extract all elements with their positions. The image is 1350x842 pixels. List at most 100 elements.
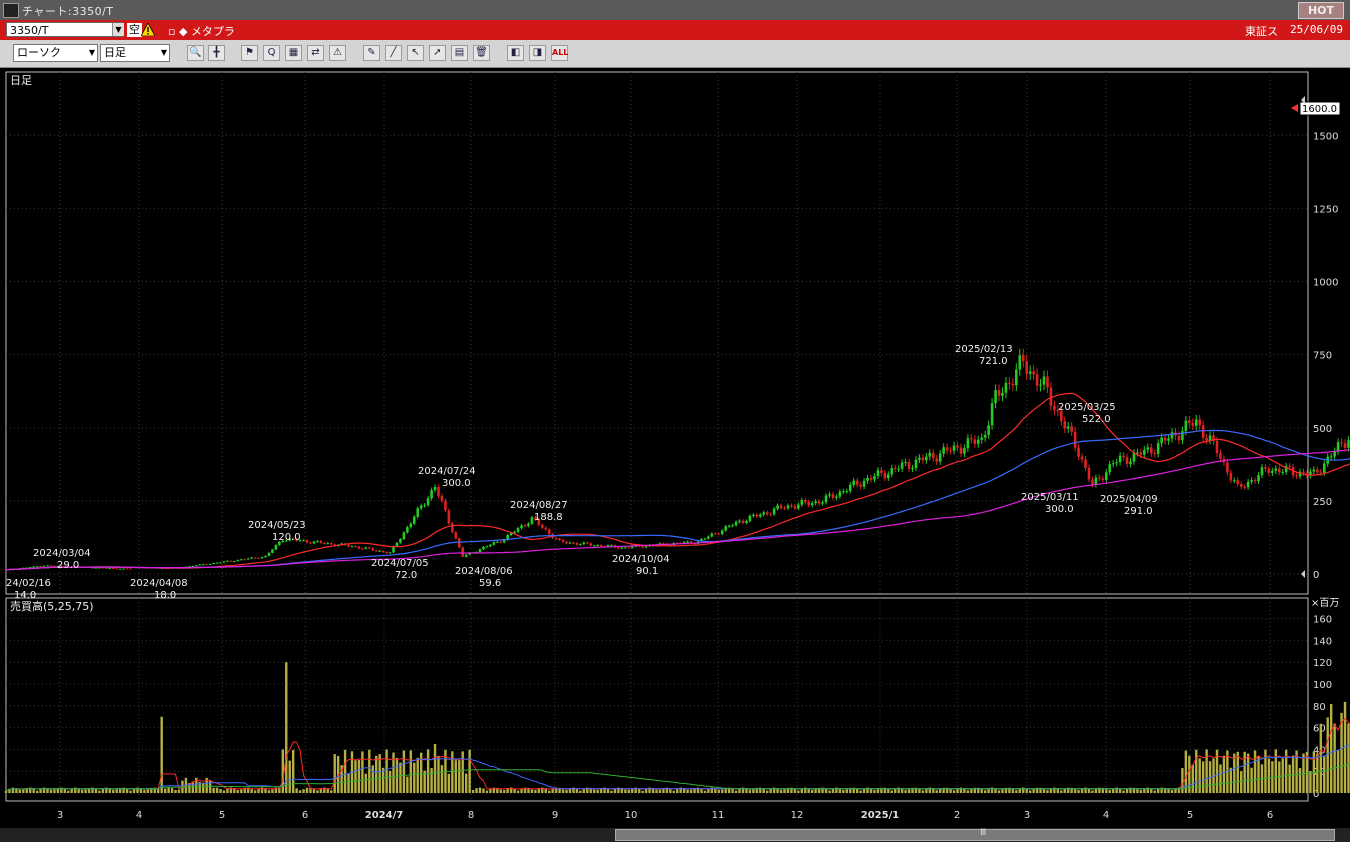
annotation-date: 2024/07/24 xyxy=(418,466,476,477)
shift-left-icon[interactable]: ◧ xyxy=(507,45,524,61)
candle-body xyxy=(395,542,399,547)
chart-svg[interactable]: 3 4 5 6 2024/7 8 9 10 11 12 2025/1 2 3 4 5 602505007501… xyxy=(0,68,1350,828)
volume-bar xyxy=(1326,717,1329,793)
volume-bar xyxy=(146,789,150,793)
volume-bar xyxy=(1181,767,1184,793)
candle-body xyxy=(983,434,987,438)
candle-body xyxy=(246,558,250,560)
candle-body xyxy=(1201,425,1205,438)
arrow-icon[interactable]: ➚ xyxy=(429,45,446,61)
ma-short-line xyxy=(5,392,1350,571)
volume-bar xyxy=(700,788,703,793)
candle-body xyxy=(1021,355,1025,362)
memo-icon[interactable]: ▤ xyxy=(451,45,468,61)
line-draw-icon[interactable]: ╱ xyxy=(385,45,402,61)
volume-bar xyxy=(63,788,67,793)
candle-body xyxy=(1239,484,1243,487)
symbol-dropdown-icon[interactable]: ▼ xyxy=(112,23,124,36)
stock-name: ▫ ◆ メタプラ xyxy=(168,25,235,38)
candle-body xyxy=(1015,369,1018,386)
trash-icon[interactable]: 🗑 xyxy=(473,45,490,61)
volume-bar xyxy=(579,790,582,793)
candle-body xyxy=(129,568,132,570)
candle-body xyxy=(845,491,849,493)
candle-body xyxy=(1136,452,1139,454)
candle-body xyxy=(973,439,977,444)
annotation-date: 2025/03/11 xyxy=(1021,492,1079,503)
cursor-icon[interactable]: ↖ xyxy=(407,45,424,61)
candle-body xyxy=(925,456,928,461)
candle-body xyxy=(219,562,222,564)
search-icon[interactable]: Q xyxy=(263,45,280,61)
scrollbar-thumb[interactable] xyxy=(615,829,1335,841)
volume-bar xyxy=(1219,764,1222,793)
volume-bar xyxy=(1264,749,1267,793)
volume-bar xyxy=(669,788,672,793)
volume-bar xyxy=(1063,789,1066,793)
crosshair-icon[interactable]: ╋ xyxy=(208,45,225,61)
all-icon[interactable]: ALL xyxy=(551,45,568,61)
x-axis-label: 10 xyxy=(625,810,638,821)
candle-body xyxy=(644,546,648,548)
volume-bar xyxy=(613,788,617,793)
volume-bar xyxy=(596,789,599,793)
window-titlebar: チャート:3350/T HOT xyxy=(0,0,1350,20)
chart-toolbar: ローソク ▼ 日足 ▼ 🔍 ╋ ⚑ Q ▦ ⇄ ⚠ ✎ ╱ ↖ ➚ ▤ 🗑 ◧ ◨ … xyxy=(0,40,1350,68)
volume-bar xyxy=(842,790,845,793)
candle-body xyxy=(803,499,807,503)
candle-body xyxy=(561,540,565,542)
volume-bar xyxy=(890,790,893,793)
volume-bar xyxy=(143,789,146,793)
annotation-date: 2024/07/05 xyxy=(371,558,429,569)
candle-body xyxy=(970,438,973,440)
candle-body xyxy=(620,547,624,549)
candle-body xyxy=(1281,471,1285,473)
candle-body xyxy=(1163,437,1167,441)
candle-body xyxy=(942,447,945,454)
volume-bar xyxy=(461,751,464,793)
candle-body xyxy=(530,517,534,524)
candle-body xyxy=(111,568,115,570)
volume-bar xyxy=(1222,755,1226,793)
zoom-icon[interactable]: 🔍 xyxy=(187,45,204,61)
candle-body xyxy=(1167,438,1170,441)
pattern-icon[interactable]: ⚑ xyxy=(241,45,258,61)
grid-icon[interactable]: ▦ xyxy=(285,45,302,61)
x-axis-label: 5 xyxy=(1187,810,1193,821)
annotation-price: 14.0 xyxy=(14,590,36,601)
compare-icon[interactable]: ⇄ xyxy=(307,45,324,61)
chart-type-value: ローソク xyxy=(17,46,61,59)
x-axis-label: 12 xyxy=(791,810,804,821)
candle-body xyxy=(617,547,620,549)
candle-body xyxy=(1108,464,1112,473)
chart-scrollbar[interactable]: Ⅲ xyxy=(0,828,1350,842)
volume-bar xyxy=(1028,790,1032,793)
volume-bar xyxy=(686,789,689,793)
volume-bar xyxy=(828,790,831,793)
annotation-price: 90.1 xyxy=(636,566,658,577)
symbol-input[interactable]: 3350/T xyxy=(6,22,123,37)
candle-body xyxy=(385,552,388,554)
volume-bar xyxy=(236,790,240,793)
volume-tick-label: 140 xyxy=(1313,636,1332,647)
candle-body xyxy=(938,453,942,462)
candle-body xyxy=(745,521,748,523)
pen-icon[interactable]: ✎ xyxy=(363,45,380,61)
candle-body xyxy=(464,554,468,557)
volume-bar xyxy=(935,790,938,793)
period-select[interactable]: 日足 ▼ xyxy=(100,44,170,62)
candle-body xyxy=(582,542,586,545)
hot-button[interactable]: HOT xyxy=(1298,2,1344,19)
x-axis-label: 9 xyxy=(552,810,558,821)
shift-right-icon[interactable]: ◨ xyxy=(529,45,546,61)
chart-type-select[interactable]: ローソク ▼ xyxy=(13,44,98,62)
candle-body xyxy=(201,564,205,566)
volume-bar xyxy=(575,788,579,793)
candle-body xyxy=(963,448,966,454)
annotation-price: 188.8 xyxy=(534,512,563,523)
volume-bar xyxy=(810,789,814,793)
alert-icon[interactable]: ⚠ xyxy=(329,45,346,61)
candle-body xyxy=(994,390,997,404)
chart-area[interactable]: 3 4 5 6 2024/7 8 9 10 11 12 2025/1 2 3 4 5 6 0 250 500 750 1… xyxy=(0,68,1350,828)
candle-body xyxy=(624,547,627,549)
